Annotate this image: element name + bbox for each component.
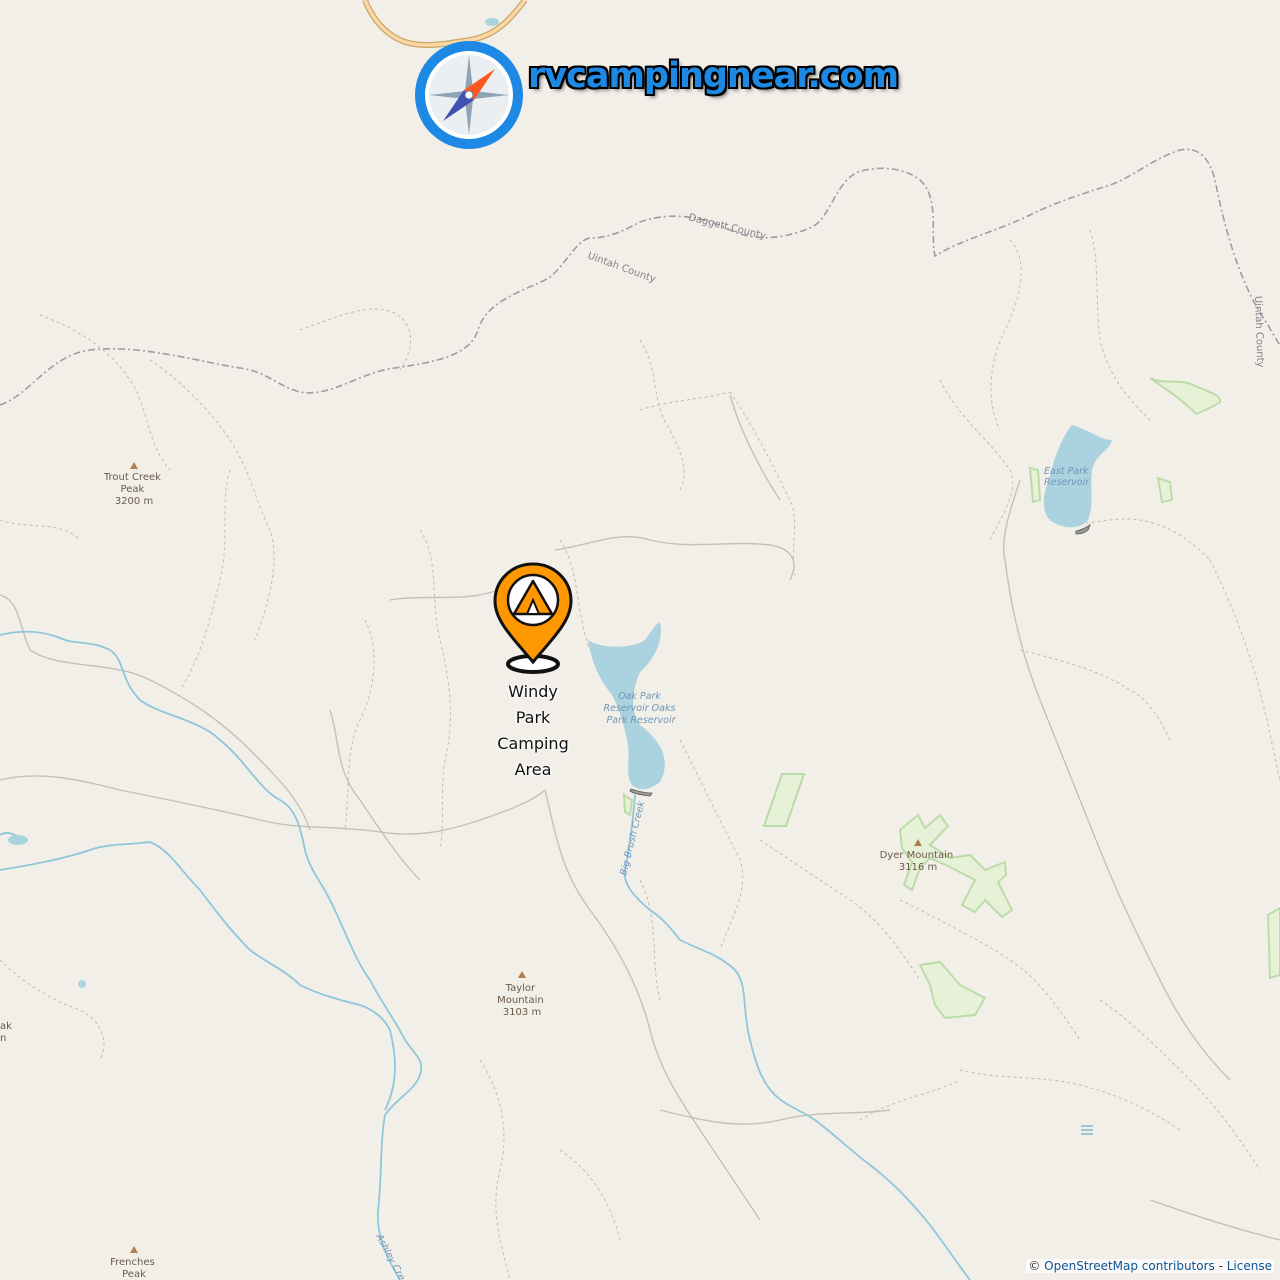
- edge-label-fragment: ak n: [0, 1021, 15, 1044]
- campsite-label-line: Park: [515, 708, 551, 727]
- attribution-prefix: ©: [1028, 1259, 1045, 1273]
- amenity-icon: [1081, 1125, 1093, 1135]
- campsite-label-line: Camping: [497, 734, 569, 753]
- osm-contributors-link[interactable]: OpenStreetMap contributors: [1044, 1259, 1215, 1273]
- peak-label-trout-creek: Trout Creek Peak 3200 m: [103, 472, 164, 507]
- dams: [629, 523, 1091, 797]
- peak-icon: [130, 1246, 138, 1253]
- highway: [362, 0, 528, 49]
- peak-label-frenches: Frenches Peak: [110, 1257, 158, 1280]
- park-areas: [622, 377, 1280, 1020]
- map-attribution: © OpenStreetMap contributors - License: [1026, 1259, 1274, 1273]
- brand-name[interactable]: rvcampingnear.com: [528, 56, 899, 96]
- water-label-east-park: East Park Reservoir: [1044, 466, 1092, 488]
- county-label-daggett: Daggett County: [687, 212, 767, 242]
- creek-label-ashley: Ashley Creek: [373, 1231, 413, 1280]
- attribution-separator: -: [1214, 1259, 1227, 1273]
- peak-icon: [518, 971, 526, 978]
- campsite-label[interactable]: Windy Park Camping Area: [473, 679, 593, 783]
- campsite-label-line: Area: [514, 760, 552, 779]
- license-link[interactable]: License: [1227, 1259, 1272, 1273]
- county-label-uintah-east: Uintah County: [1252, 296, 1265, 368]
- county-label-uintah: Uintah County: [586, 250, 657, 285]
- compass-icon: [415, 41, 523, 149]
- peak-icon: [130, 462, 138, 469]
- campsite-label-line: Windy: [508, 682, 558, 701]
- tent-map-pin-icon[interactable]: [493, 562, 573, 674]
- peak-label-taylor-mountain: Taylor Mountain 3103 m: [497, 983, 547, 1018]
- map-canvas[interactable]: Trout Creek Peak 3200 m Taylor Mountain …: [0, 0, 1280, 1280]
